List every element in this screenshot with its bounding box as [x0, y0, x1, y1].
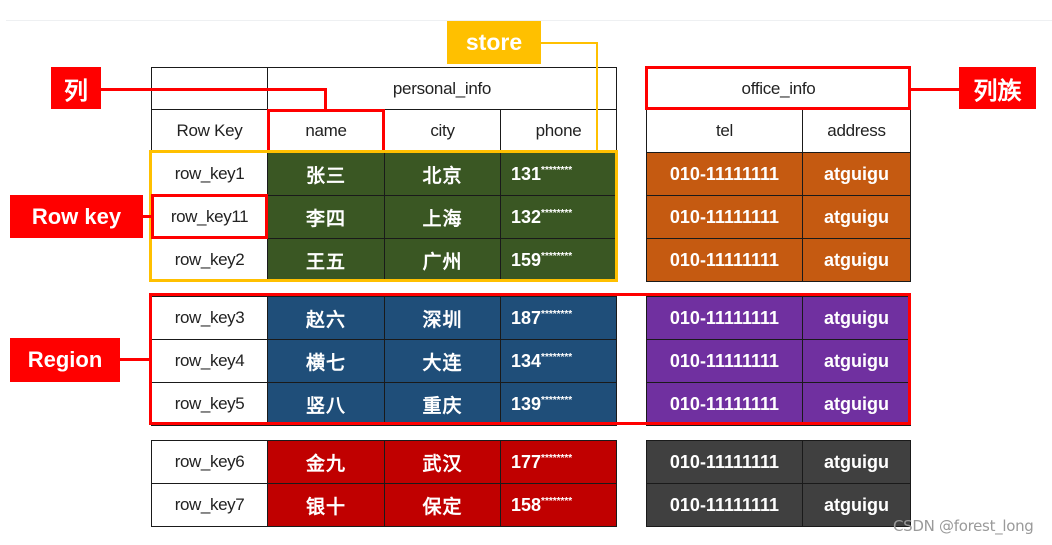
office-info-family-header: office_info: [646, 67, 911, 110]
column-annotation-label: 列: [51, 67, 101, 109]
row-key-cell: row_key11: [151, 195, 268, 239]
region-annotation-label: Region: [10, 338, 120, 382]
city-cell: 上海: [384, 195, 501, 239]
address-cell: atguigu: [802, 195, 911, 239]
phone-prefix: 158: [511, 494, 542, 515]
row-key-cell: row_key2: [151, 238, 268, 282]
tel-cell: 010-11111111: [646, 440, 803, 484]
row-key-column-header: Row Key: [151, 109, 268, 153]
phone-mask: ********: [541, 351, 573, 363]
phone-cell: 139 ********: [500, 382, 617, 426]
phone-mask: ********: [541, 207, 573, 219]
phone-cell: 187 ********: [500, 296, 617, 340]
tel-cell: 010-11111111: [646, 382, 803, 426]
tel-column-header: tel: [646, 109, 803, 153]
city-cell: 重庆: [384, 382, 501, 426]
phone-cell: 134 ********: [500, 339, 617, 383]
name-cell: 赵六: [267, 296, 385, 340]
city-cell: 大连: [384, 339, 501, 383]
row-key-cell: row_key6: [151, 440, 268, 484]
address-cell: atguigu: [802, 152, 911, 196]
name-cell: 金九: [267, 440, 385, 484]
row-key-cell: row_key7: [151, 483, 268, 527]
tel-cell: 010-11111111: [646, 195, 803, 239]
phone-cell: 177 ********: [500, 440, 617, 484]
phone-prefix: 131: [511, 163, 542, 184]
phone-prefix: 134: [511, 350, 542, 371]
name-cell: 王五: [267, 238, 385, 282]
city-cell: 北京: [384, 152, 501, 196]
phone-prefix: 139: [511, 393, 542, 414]
address-column-header: address: [802, 109, 911, 153]
phone-prefix: 187: [511, 307, 542, 328]
column-family-annotation-label: 列族: [959, 67, 1036, 109]
phone-cell: 131 ********: [500, 152, 617, 196]
tel-cell: 010-11111111: [646, 483, 803, 527]
name-cell: 银十: [267, 483, 385, 527]
tel-cell: 010-11111111: [646, 296, 803, 340]
name-column-header: name: [267, 109, 385, 153]
phone-column-header: phone: [500, 109, 617, 153]
phone-mask: ********: [541, 394, 573, 406]
row-key-annotation-connector: [143, 215, 152, 218]
row-key-cell: row_key5: [151, 382, 268, 426]
row-key-annotation-label: Row key: [10, 195, 143, 238]
phone-cell: 159 ********: [500, 238, 617, 282]
address-cell: atguigu: [802, 440, 911, 484]
name-cell: 李四: [267, 195, 385, 239]
column-annotation-connector-h: [101, 88, 327, 91]
store-annotation-connector-h: [541, 42, 598, 44]
phone-mask: ********: [541, 250, 573, 262]
phone-mask: ********: [541, 452, 573, 464]
address-cell: atguigu: [802, 339, 911, 383]
watermark: CSDN @forest_long: [893, 517, 1034, 535]
phone-mask: ********: [541, 308, 573, 320]
row-key-cell: row_key1: [151, 152, 268, 196]
city-cell: 广州: [384, 238, 501, 282]
address-cell: atguigu: [802, 238, 911, 282]
phone-mask: ********: [541, 164, 573, 176]
column-annotation-connector-v: [324, 88, 327, 111]
region-annotation-connector: [120, 358, 151, 361]
name-cell: 横七: [267, 339, 385, 383]
tel-cell: 010-11111111: [646, 339, 803, 383]
phone-prefix: 177: [511, 451, 542, 472]
phone-cell: 132 ********: [500, 195, 617, 239]
phone-prefix: 132: [511, 206, 542, 227]
phone-mask: ********: [541, 495, 573, 507]
tel-cell: 010-11111111: [646, 238, 803, 282]
row-key-cell: row_key3: [151, 296, 268, 340]
address-cell: atguigu: [802, 382, 911, 426]
name-cell: 张三: [267, 152, 385, 196]
store-annotation-connector-v: [596, 42, 598, 153]
row-key-cell: row_key4: [151, 339, 268, 383]
store-annotation-label: store: [447, 21, 541, 64]
city-cell: 深圳: [384, 296, 501, 340]
column-family-annotation-connector: [910, 88, 959, 91]
tel-cell: 010-11111111: [646, 152, 803, 196]
phone-prefix: 159: [511, 249, 542, 270]
city-column-header: city: [384, 109, 501, 153]
city-cell: 保定: [384, 483, 501, 527]
address-cell: atguigu: [802, 296, 911, 340]
city-cell: 武汉: [384, 440, 501, 484]
name-cell: 竖八: [267, 382, 385, 426]
phone-cell: 158 ********: [500, 483, 617, 527]
